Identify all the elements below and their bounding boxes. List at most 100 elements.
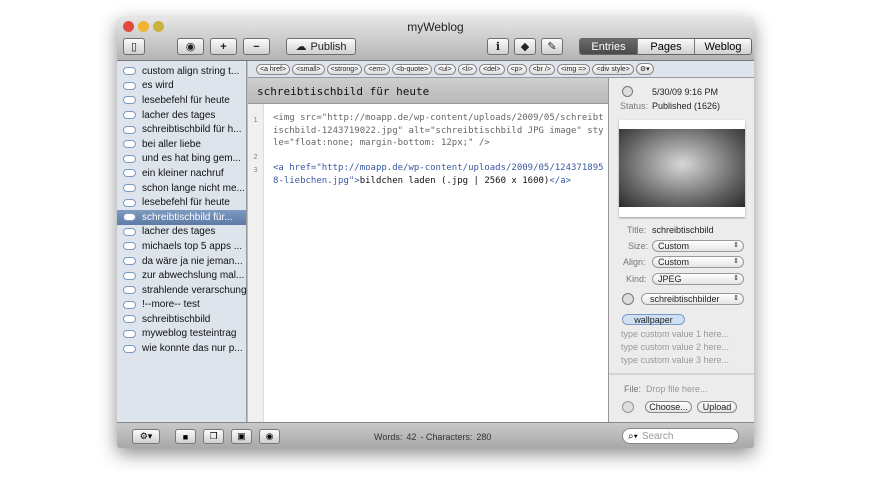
cloud-icon	[123, 184, 136, 193]
insert-tag-button[interactable]: <li>	[457, 63, 477, 75]
cloud-icon	[123, 125, 136, 134]
image-title[interactable]: schreibtischbild	[652, 225, 714, 235]
single-view-button[interactable]: ■	[175, 429, 196, 444]
entry-title: lesebefehl für heute	[142, 197, 230, 209]
list-item[interactable]: da wäre ja nie jeman...	[117, 254, 246, 269]
status-label: Status:	[620, 101, 649, 111]
list-item[interactable]: strahlende verarschung	[117, 283, 246, 298]
clear-file-button[interactable]	[622, 401, 634, 413]
entry-title: wie konnte das nur p...	[142, 343, 243, 355]
upload-button[interactable]: Upload	[697, 401, 737, 413]
cloud-icon	[123, 329, 136, 338]
cloud-icon	[123, 300, 136, 309]
list-item[interactable]: zur abwechslung mal...	[117, 268, 246, 283]
list-item[interactable]: !--more-- test	[117, 298, 246, 313]
file-drop-zone[interactable]: Drop file here...	[646, 384, 708, 394]
action-menu-button[interactable]: ⚙▾	[132, 429, 160, 444]
list-item[interactable]: bei aller liebe	[117, 137, 246, 152]
list-item[interactable]: wie konnte das nur p...	[117, 341, 246, 356]
list-item[interactable]: lesebefehl für heute	[117, 195, 246, 210]
cloud-icon	[123, 286, 136, 295]
file-label: File:	[624, 384, 642, 394]
image-preview[interactable]	[619, 120, 745, 217]
preview-button[interactable]: ◉	[259, 429, 280, 444]
code-editor[interactable]: 1 2 3 <img src="http://moapp.de/wp-conte…	[248, 104, 608, 422]
insert-tag-button[interactable]: <ul>	[434, 63, 456, 75]
custom-field-3[interactable]: type custom value 3 here...	[621, 355, 729, 365]
category-refresh-button[interactable]	[622, 293, 634, 305]
entry-title: michaels top 5 apps ...	[142, 240, 243, 252]
list-item[interactable]: schon lange nicht me...	[117, 181, 246, 196]
plus-icon: +	[220, 40, 227, 53]
insert-tag-button[interactable]: <div style>	[592, 63, 634, 75]
sidebar-icon: ▯	[130, 41, 138, 53]
list-item[interactable]: lacher des tages	[117, 108, 246, 123]
eye-icon: ◉	[265, 431, 274, 441]
remove-button[interactable]: −	[243, 38, 270, 55]
list-item[interactable]: und es hat bing gem...	[117, 152, 246, 167]
insert-tag-button[interactable]: <b-quote>	[392, 63, 433, 75]
divider	[609, 373, 754, 375]
search-input[interactable]: ⌕▾ Search	[622, 428, 739, 444]
refresh-button[interactable]: ◉	[177, 38, 204, 55]
toolbar: myWeblog ▯ ◉ + − ☁ Publish ℹ ◆ ✎ Entries …	[117, 17, 754, 61]
gear-icon[interactable]: ⚙▾	[635, 63, 654, 75]
tag-button[interactable]: ◆	[514, 38, 536, 55]
insert-tag-button[interactable]: <em>	[364, 63, 391, 75]
code-line-1: <img src="http://moapp.de/wp-content/upl…	[273, 113, 604, 148]
list-item[interactable]: myweblog testeintrag	[117, 327, 246, 342]
frame-button[interactable]: ▣	[231, 429, 252, 444]
code-anchor-close: </a>	[549, 175, 572, 186]
kind-select[interactable]: JPEG	[652, 273, 744, 285]
line-number: 2	[253, 153, 258, 161]
window-title: myWeblog	[407, 20, 464, 34]
tab-weblog[interactable]: Weblog	[694, 39, 751, 54]
insert-tag-button[interactable]: <a href>	[256, 63, 291, 75]
calendar-icon[interactable]	[622, 86, 633, 97]
toggle-sidebar-button[interactable]: ▯	[123, 38, 145, 55]
align-select[interactable]: Custom	[652, 256, 744, 268]
post-title[interactable]: schreibtischbild für heute	[248, 78, 608, 104]
list-item[interactable]: custom align string t...	[117, 64, 246, 79]
entry-title: custom align string t...	[142, 65, 240, 77]
post-date[interactable]: 5/30/09 9:16 PM	[652, 87, 718, 97]
insert-tag-button[interactable]: <strong>	[326, 63, 363, 75]
insert-tag-button[interactable]: <img =>	[556, 63, 591, 75]
copy-icon: ❐	[209, 431, 218, 441]
insert-tag-button[interactable]: <small>	[292, 63, 325, 75]
publish-button[interactable]: ☁ Publish	[286, 38, 356, 55]
list-item[interactable]: schreibtischbild für h...	[117, 122, 246, 137]
entry-title: schreibtischbild für...	[142, 211, 233, 223]
split-view-button[interactable]: ❐	[203, 429, 224, 444]
search-icon: ⌕▾	[628, 430, 638, 442]
insert-tag-button[interactable]: <p>	[506, 63, 527, 75]
tab-pages[interactable]: Pages	[637, 39, 694, 54]
list-item[interactable]: schreibtischbild	[117, 312, 246, 327]
insert-tag-button[interactable]: <del>	[478, 63, 505, 75]
insert-tag-button[interactable]: <br />	[528, 63, 555, 75]
add-button[interactable]: +	[210, 38, 237, 55]
cloud-icon	[123, 315, 136, 324]
list-item[interactable]: lacher des tages	[117, 225, 246, 240]
title-label: Title:	[627, 225, 647, 235]
list-item[interactable]: ein kleiner nachruf	[117, 166, 246, 181]
choose-button[interactable]: Choose...	[645, 401, 692, 413]
info-button[interactable]: ℹ	[487, 38, 509, 55]
list-item[interactable]: schreibtischbild für...	[117, 209, 246, 225]
entry-title: lacher des tages	[142, 109, 216, 121]
entries-list: custom align string t... es wird lesebefeh…	[117, 61, 247, 422]
custom-field-1[interactable]: type custom value 1 here...	[621, 329, 729, 339]
tag-token[interactable]: wallpaper	[622, 314, 685, 325]
size-select[interactable]: Custom	[652, 240, 744, 252]
cloud-icon	[123, 271, 136, 280]
list-item[interactable]: michaels top 5 apps ...	[117, 239, 246, 254]
entry-title: ein kleiner nachruf	[142, 167, 224, 179]
tab-entries[interactable]: Entries	[580, 39, 637, 54]
list-item[interactable]: lesebefehl für heute	[117, 93, 246, 108]
entry-title: zur abwechslung mal...	[142, 270, 245, 282]
refresh-icon: ◉	[185, 41, 196, 53]
category-select[interactable]: schreibtischbilder	[641, 293, 744, 305]
settings-button[interactable]: ✎	[541, 38, 563, 55]
list-item[interactable]: es wird	[117, 79, 246, 94]
custom-field-2[interactable]: type custom value 2 here...	[621, 342, 729, 352]
